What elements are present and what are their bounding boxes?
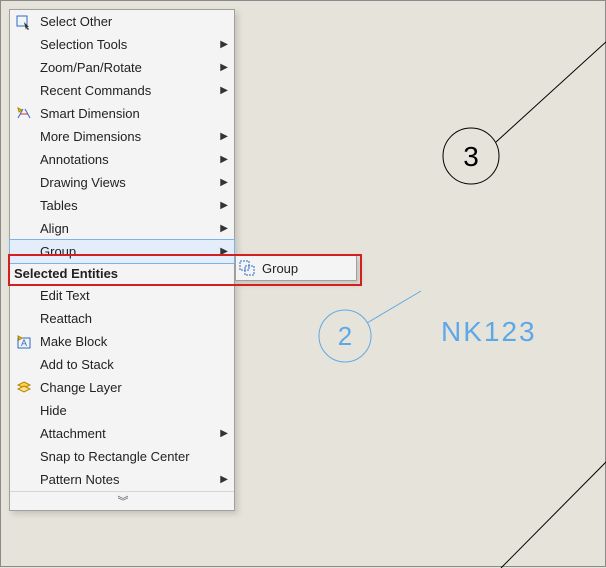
change-layer-icon — [14, 378, 34, 398]
menu-item-make-block[interactable]: A Make Block — [10, 330, 234, 353]
menu-item-change-layer[interactable]: Change Layer — [10, 376, 234, 399]
menu-section-selected-entities: Selected Entities — [10, 263, 234, 284]
blank-icon — [14, 286, 34, 306]
menu-item-drawing-views[interactable]: Drawing Views▶ — [10, 171, 234, 194]
menu-item-label: Select Other — [34, 14, 228, 29]
menu-item-label: Change Layer — [34, 380, 228, 395]
make-block-icon: A — [14, 332, 34, 352]
menu-item-attachment[interactable]: Attachment▶ — [10, 422, 234, 445]
menu-item-label: Drawing Views — [34, 175, 220, 190]
submenu-arrow-icon: ▶ — [220, 223, 228, 234]
menu-item-label: Selection Tools — [34, 37, 220, 52]
blank-icon — [14, 309, 34, 329]
submenu-group: Group — [235, 255, 357, 281]
blank-icon — [14, 150, 34, 170]
select-other-icon — [14, 12, 34, 32]
balloon-2[interactable]: 2 — [319, 291, 421, 362]
menu-item-pattern-notes[interactable]: Pattern Notes▶ — [10, 468, 234, 491]
blank-icon — [14, 355, 34, 375]
menu-item-label: Pattern Notes — [34, 472, 220, 487]
group-icon — [236, 258, 258, 278]
submenu-arrow-icon: ▶ — [220, 246, 228, 257]
blank-icon — [14, 219, 34, 239]
submenu-arrow-icon: ▶ — [220, 39, 228, 50]
submenu-arrow-icon: ▶ — [220, 131, 228, 142]
menu-item-label: Make Block — [34, 334, 228, 349]
menu-item-smart-dimension[interactable]: Smart Dimension — [10, 102, 234, 125]
menu-item-group[interactable]: Group▶ — [10, 240, 234, 263]
menu-item-label: Hide — [34, 403, 228, 418]
context-menu: Select OtherSelection Tools▶Zoom/Pan/Rot… — [9, 9, 235, 511]
menu-item-label: Align — [34, 221, 220, 236]
menu-item-snap-to-rectangle-center[interactable]: Snap to Rectangle Center — [10, 445, 234, 468]
blank-icon — [14, 173, 34, 193]
blank-icon — [14, 196, 34, 216]
blank-icon — [14, 127, 34, 147]
balloon-2-text: 2 — [338, 321, 352, 351]
menu-item-label: Smart Dimension — [34, 106, 228, 121]
menu-item-label: Recent Commands — [34, 83, 220, 98]
menu-item-label: Snap to Rectangle Center — [34, 449, 228, 464]
menu-item-hide[interactable]: Hide — [10, 399, 234, 422]
submenu-arrow-icon: ▶ — [220, 154, 228, 165]
menu-item-label: Zoom/Pan/Rotate — [34, 60, 220, 75]
menu-item-annotations[interactable]: Annotations▶ — [10, 148, 234, 171]
submenu-arrow-icon: ▶ — [220, 62, 228, 73]
blank-icon — [14, 401, 34, 421]
submenu-arrow-icon: ▶ — [220, 85, 228, 96]
submenu-arrow-icon: ▶ — [220, 200, 228, 211]
menu-item-add-to-stack[interactable]: Add to Stack — [10, 353, 234, 376]
submenu-arrow-icon: ▶ — [220, 177, 228, 188]
menu-item-recent-commands[interactable]: Recent Commands▶ — [10, 79, 234, 102]
blank-icon — [14, 424, 34, 444]
menu-item-reattach[interactable]: Reattach — [10, 307, 234, 330]
blank-icon — [14, 242, 34, 262]
menu-item-label: Attachment — [34, 426, 220, 441]
menu-item-more-dimensions[interactable]: More Dimensions▶ — [10, 125, 234, 148]
balloon-3[interactable]: 3 — [443, 41, 606, 184]
note-text[interactable]: NK123 — [441, 316, 537, 348]
balloon-3-text: 3 — [463, 141, 479, 172]
smart-dimension-icon — [14, 104, 34, 124]
menu-item-zoom-pan-rotate[interactable]: Zoom/Pan/Rotate▶ — [10, 56, 234, 79]
menu-item-label: Add to Stack — [34, 357, 228, 372]
menu-item-label: Tables — [34, 198, 220, 213]
submenu-arrow-icon: ▶ — [220, 428, 228, 439]
blank-icon — [14, 81, 34, 101]
blank-icon — [14, 58, 34, 78]
menu-item-selection-tools[interactable]: Selection Tools▶ — [10, 33, 234, 56]
menu-item-edit-text[interactable]: Edit Text — [10, 284, 234, 307]
menu-item-tables[interactable]: Tables▶ — [10, 194, 234, 217]
drawing-line — [501, 461, 606, 568]
menu-expand[interactable]: ︾ — [10, 491, 234, 510]
submenu-arrow-icon: ▶ — [220, 474, 228, 485]
menu-item-align[interactable]: Align▶ — [10, 217, 234, 240]
menu-item-select-other[interactable]: Select Other — [10, 10, 234, 33]
menu-item-label: Reattach — [34, 311, 228, 326]
blank-icon — [14, 470, 34, 490]
svg-text:A: A — [21, 338, 27, 348]
menu-item-label: Edit Text — [34, 288, 228, 303]
chevrons-down-icon: ︾ — [118, 493, 127, 509]
menu-item-label: Group — [34, 244, 220, 259]
menu-item-label: More Dimensions — [34, 129, 220, 144]
blank-icon — [14, 35, 34, 55]
blank-icon — [14, 447, 34, 467]
submenu-group-label[interactable]: Group — [258, 261, 298, 276]
menu-item-label: Annotations — [34, 152, 220, 167]
